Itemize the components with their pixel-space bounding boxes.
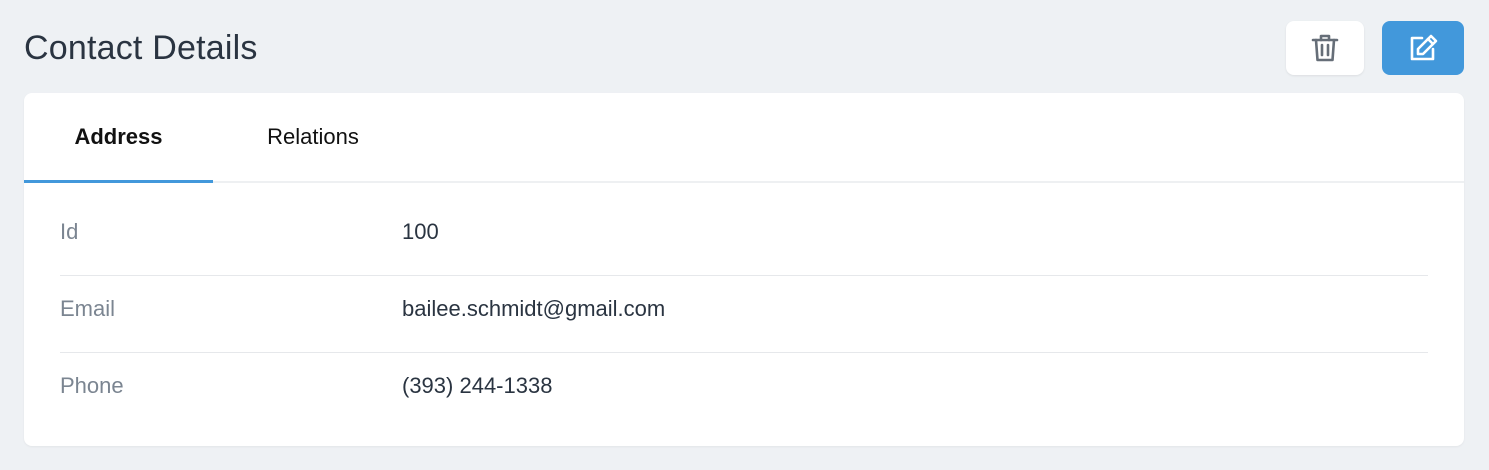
detail-list: Id 100 Email bailee.schmidt@gmail.com Ph… [60, 199, 1428, 429]
page-title: Contact Details [24, 29, 258, 67]
detail-value: 100 [402, 219, 439, 244]
contact-details-card: Address Relations Id 100 Email bailee.sc… [24, 93, 1464, 446]
trash-icon [1311, 33, 1339, 63]
detail-label: Email [60, 296, 116, 321]
detail-label: Phone [60, 373, 124, 398]
detail-row-phone: Phone (393) 244-1338 [60, 353, 1428, 429]
tab-address[interactable]: Address [24, 93, 213, 183]
detail-value: bailee.schmidt@gmail.com [402, 296, 666, 321]
detail-row-id: Id 100 [60, 199, 1428, 276]
page-header: Contact Details [24, 20, 1464, 76]
edit-button[interactable] [1382, 21, 1464, 75]
detail-label: Id [60, 219, 79, 244]
detail-value: (393) 244-1338 [402, 373, 553, 398]
tab-bar: Address Relations [24, 93, 1464, 183]
tab-relations[interactable]: Relations [213, 93, 413, 181]
edit-icon [1407, 33, 1439, 63]
delete-button[interactable] [1286, 21, 1364, 75]
detail-row-email: Email bailee.schmidt@gmail.com [60, 276, 1428, 353]
